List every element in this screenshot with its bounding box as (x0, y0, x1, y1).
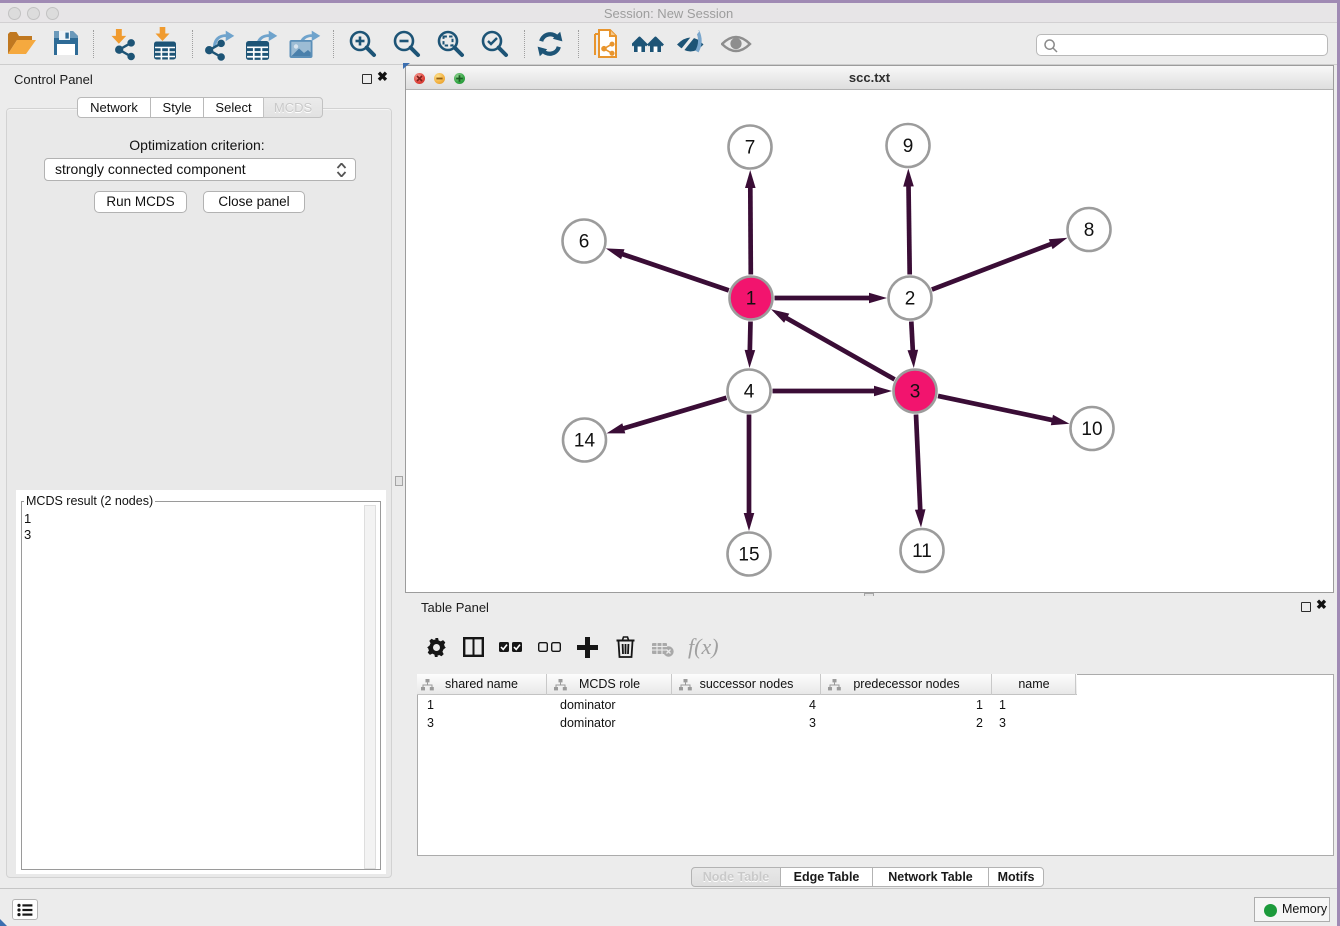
svg-text:14: 14 (574, 431, 596, 452)
svg-text:3: 3 (910, 382, 921, 403)
svg-text:15: 15 (738, 545, 759, 566)
svg-text:11: 11 (912, 541, 932, 562)
svg-text:8: 8 (1084, 220, 1095, 241)
svg-text:4: 4 (744, 382, 755, 403)
svg-text:9: 9 (903, 136, 914, 157)
svg-text:2: 2 (905, 289, 916, 310)
svg-text:10: 10 (1081, 419, 1102, 440)
svg-text:1: 1 (746, 289, 757, 310)
svg-text:6: 6 (579, 232, 590, 253)
svg-text:7: 7 (745, 138, 756, 159)
